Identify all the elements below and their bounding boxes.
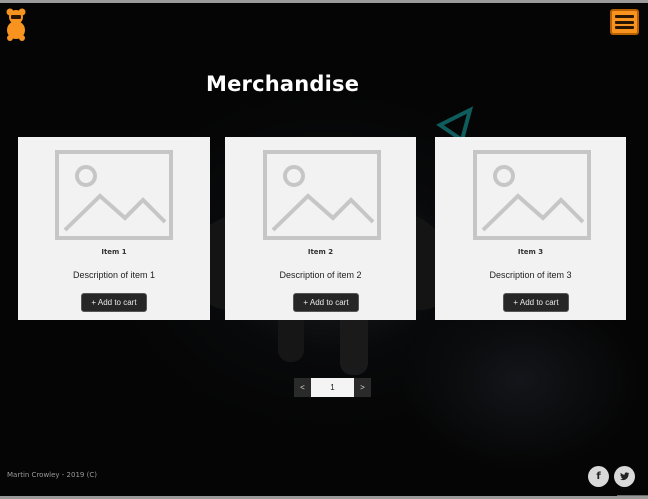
product-card-1: Item 1 Description of item 1 + Add to ca… — [18, 137, 210, 320]
current-page-indicator: 1 — [311, 378, 354, 397]
product-name: Item 1 — [101, 248, 127, 256]
next-page-button[interactable]: > — [354, 378, 371, 397]
product-description: Description of item 3 — [489, 270, 572, 280]
twitter-bird-icon — [620, 472, 630, 481]
background-triangle-shape — [436, 106, 474, 144]
product-card-2: Item 2 Description of item 2 + Add to ca… — [225, 137, 416, 320]
image-placeholder-icon — [473, 150, 591, 240]
twitter-icon[interactable] — [614, 466, 635, 487]
product-name: Item 3 — [517, 248, 544, 256]
teddy-bear-logo-icon[interactable] — [5, 7, 27, 41]
product-description: Description of item 2 — [279, 270, 362, 280]
previous-page-button[interactable]: < — [294, 378, 311, 397]
footer-copyright: Martin Crowley - 2019 (C) — [7, 471, 97, 479]
add-to-cart-button[interactable]: + Add to cart — [293, 293, 359, 312]
page-title: Merchandise — [206, 72, 360, 96]
pagination: < 1 > — [294, 378, 371, 397]
product-name: Item 2 — [307, 248, 334, 256]
hamburger-menu-icon-bar — [615, 20, 634, 24]
window-top-border — [0, 0, 648, 3]
image-placeholder-icon — [55, 150, 173, 240]
facebook-icon[interactable]: f — [588, 466, 609, 487]
hamburger-menu-icon-bar — [615, 15, 634, 18]
product-description: Description of item 1 — [72, 270, 156, 280]
product-card-3: Item 3 Description of item 3 + Add to ca… — [435, 137, 626, 320]
image-placeholder-icon — [263, 150, 381, 240]
add-to-cart-button[interactable]: + Add to cart — [503, 293, 569, 312]
add-to-cart-button[interactable]: + Add to cart — [81, 293, 147, 312]
hamburger-menu-button[interactable] — [610, 9, 639, 35]
hamburger-menu-icon-bar — [615, 26, 634, 29]
